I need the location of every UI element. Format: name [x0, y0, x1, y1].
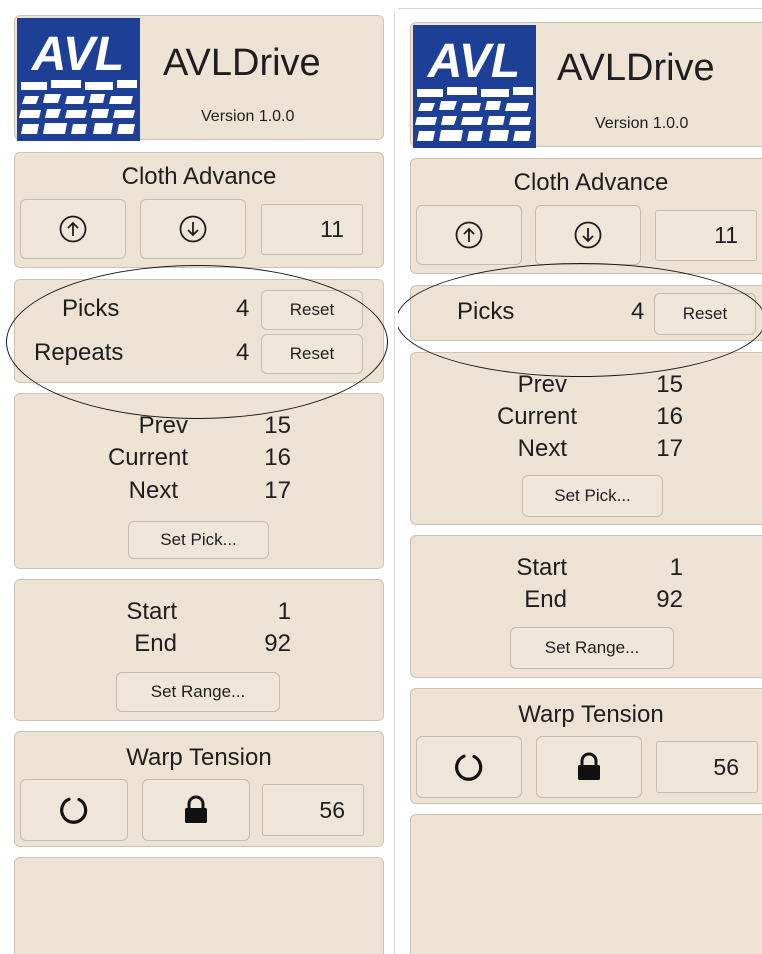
prev-label: Prev: [138, 412, 188, 439]
svg-text:AVL: AVL: [31, 28, 124, 81]
set-pick-button[interactable]: Set Pick...: [128, 521, 269, 559]
current-value: 16: [264, 444, 291, 471]
arrow-down-circle-icon: [573, 220, 603, 250]
pick-panel: Prev 15 Current 16 Next 17 Set Pick...: [410, 352, 762, 525]
arrow-up-circle-icon: [58, 214, 88, 244]
warp-tension-panel: Warp Tension 56: [410, 688, 762, 804]
warp-tension-refresh-button[interactable]: [416, 736, 522, 798]
warp-tension-lock-button[interactable]: [142, 779, 250, 841]
svg-text:AVL: AVL: [427, 35, 520, 88]
next-value: 17: [264, 477, 291, 504]
prev-label: Prev: [517, 371, 567, 398]
column-divider: [394, 12, 395, 954]
header-panel: AVL AVLDrive Version 1.0.0: [410, 22, 762, 150]
picks-label: Picks: [62, 295, 120, 322]
end-value: 92: [656, 586, 683, 613]
warp-tension-value-field[interactable]: 56: [262, 784, 364, 836]
warp-tension-title: Warp Tension: [126, 744, 272, 771]
start-label: Start: [126, 598, 177, 625]
warp-tension-panel: Warp Tension 56: [14, 731, 384, 847]
cloth-advance-panel: Cloth Advance 11: [410, 158, 762, 274]
app-title: AVLDrive: [557, 47, 715, 89]
lock-icon: [573, 751, 605, 783]
next-label: Next: [128, 477, 178, 504]
set-range-button[interactable]: Set Range...: [510, 627, 674, 669]
cloth-advance-up-button[interactable]: [416, 205, 522, 265]
cloth-advance-value-field[interactable]: 11: [655, 210, 757, 261]
picks-value: 4: [631, 298, 645, 325]
picks-label: Picks: [457, 298, 515, 325]
pick-panel: Prev 15 Current 16 Next 17 Set Pick...: [14, 393, 384, 569]
current-label: Current: [496, 403, 577, 430]
refresh-icon: [452, 750, 486, 784]
warp-tension-lock-button[interactable]: [536, 736, 642, 798]
end-label: End: [524, 586, 567, 613]
right-screen: AVL AVLDrive Version 1.0.0 Cloth Advance: [398, 0, 762, 954]
repeats-label: Repeats: [34, 339, 124, 366]
end-label: End: [134, 630, 177, 657]
left-screen: AVL AVLDrive Version 1.0.0 Cloth Advance: [0, 0, 392, 954]
counters-panel: Picks 4 Reset: [410, 285, 762, 341]
cloth-advance-title: Cloth Advance: [513, 169, 669, 196]
version-text: Version 1.0.0: [201, 108, 295, 125]
cloth-advance-down-button[interactable]: [535, 205, 641, 265]
counters-panel: Picks 4 Reset Repeats 4 Reset: [14, 279, 384, 383]
prev-value: 15: [656, 371, 683, 398]
next-value: 17: [656, 435, 683, 462]
repeats-value: 4: [236, 339, 250, 366]
warp-tension-title: Warp Tension: [518, 701, 664, 728]
repeats-reset-button[interactable]: Reset: [261, 334, 363, 374]
picks-reset-button[interactable]: Reset: [261, 290, 363, 330]
next-label: Next: [517, 435, 567, 462]
current-value: 16: [656, 403, 683, 430]
empty-panel: [410, 814, 762, 954]
range-panel: Start 1 End 92 Set Range...: [410, 535, 762, 678]
start-label: Start: [516, 554, 567, 581]
refresh-icon: [57, 793, 91, 827]
start-value: 1: [277, 598, 291, 625]
prev-value: 15: [264, 412, 291, 439]
warp-tension-value-field[interactable]: 56: [656, 741, 758, 793]
range-panel: Start 1 End 92 Set Range...: [14, 579, 384, 721]
current-label: Current: [107, 444, 188, 471]
avl-logo: AVL: [17, 18, 140, 143]
version-text: Version 1.0.0: [595, 115, 689, 132]
picks-reset-button[interactable]: Reset: [654, 293, 756, 335]
empty-panel: [14, 857, 384, 954]
cloth-advance-panel: Cloth Advance 11: [14, 152, 384, 268]
header-panel: AVL AVLDrive Version 1.0.0: [14, 15, 384, 143]
end-value: 92: [264, 630, 291, 657]
app-title: AVLDrive: [163, 42, 321, 84]
warp-tension-refresh-button[interactable]: [20, 779, 128, 841]
start-value: 1: [669, 554, 683, 581]
set-pick-button[interactable]: Set Pick...: [522, 475, 663, 517]
cloth-advance-down-button[interactable]: [140, 199, 246, 259]
picks-value: 4: [236, 295, 250, 322]
cloth-advance-value-field[interactable]: 11: [261, 204, 363, 255]
cloth-advance-title: Cloth Advance: [121, 163, 277, 190]
arrow-down-circle-icon: [178, 214, 208, 244]
cloth-advance-up-button[interactable]: [20, 199, 126, 259]
set-range-button[interactable]: Set Range...: [116, 672, 280, 712]
arrow-up-circle-icon: [454, 220, 484, 250]
lock-icon: [180, 794, 212, 826]
avl-logo: AVL: [413, 25, 536, 150]
